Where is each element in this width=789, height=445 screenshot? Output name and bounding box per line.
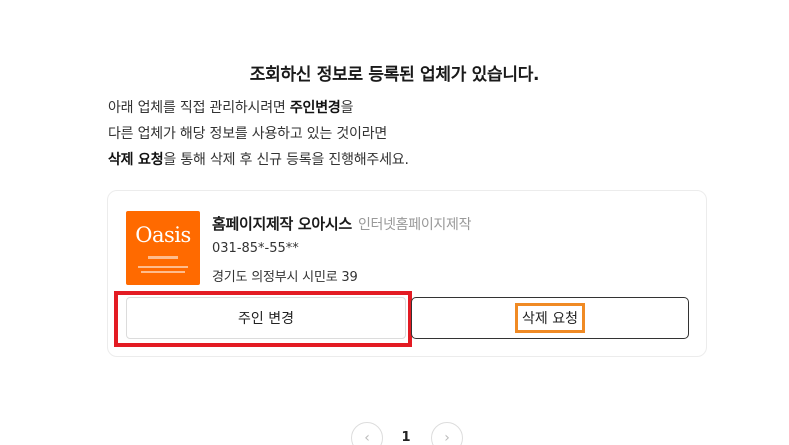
chevron-left-icon: ‹	[364, 430, 370, 445]
business-name-row: 홈페이지제작 오아시스 인터넷홈페이지제작	[212, 213, 471, 234]
logo-wordmark: Oasis	[135, 223, 191, 247]
chevron-right-icon: ›	[444, 430, 450, 445]
current-page-number[interactable]: 1	[396, 430, 416, 445]
instruction-line-3: 삭제 요청을 통해 삭제 후 신규 등록을 진행해주세요.	[108, 152, 409, 168]
business-logo: Oasis	[126, 211, 200, 285]
business-name: 홈페이지제작 오아시스	[212, 215, 352, 233]
page-title: 조회하신 정보로 등록된 업체가 있습니다.	[249, 65, 540, 85]
instruction-line-1: 아래 업체를 직접 관리하시려면 주인변경을	[108, 100, 354, 116]
delete-request-button[interactable]: 삭제 요청	[411, 297, 689, 339]
business-category: 인터넷홈페이지제작	[357, 217, 472, 233]
business-phone: 031-85*-55**	[212, 241, 299, 256]
instruction-line-2: 다른 업체가 해당 정보를 사용하고 있는 것이라면	[108, 126, 388, 142]
change-owner-button[interactable]: 주인 변경	[126, 297, 406, 339]
business-card: Oasis 홈페이지제작 오아시스 인터넷홈페이지제작 031-85*-55** …	[107, 190, 707, 357]
delete-request-label: 삭제 요청	[515, 303, 585, 333]
pagination: ‹ 1 ›	[0, 422, 789, 445]
change-owner-emphasis: 주인변경	[289, 100, 341, 116]
delete-request-emphasis: 삭제 요청	[108, 152, 164, 168]
next-page-button[interactable]: ›	[431, 422, 463, 445]
change-owner-label: 주인 변경	[238, 311, 294, 327]
business-address: 경기도 의정부시 시민로 39	[212, 270, 358, 285]
prev-page-button[interactable]: ‹	[351, 422, 383, 445]
instructions: 아래 업체를 직접 관리하시려면 주인변경을 다른 업체가 해당 정보를 사용하…	[108, 95, 708, 173]
